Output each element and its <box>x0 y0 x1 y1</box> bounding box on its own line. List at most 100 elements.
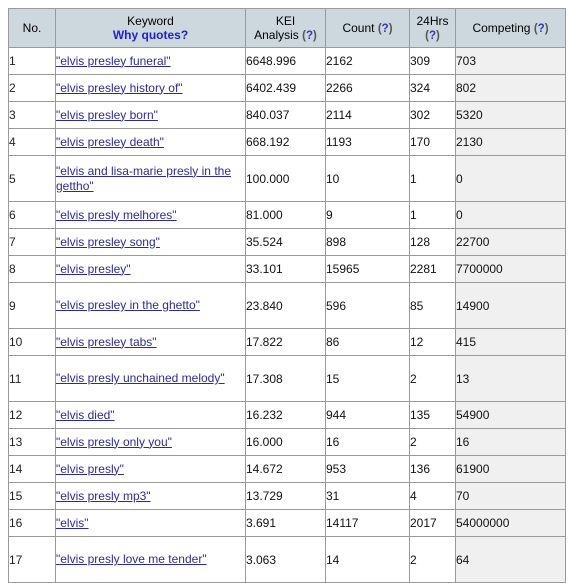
table-row: 1 "elvis presley funeral" 6648.996 2162 309 7… <box>8 47 566 75</box>
cell-no: 17 <box>8 536 56 583</box>
cell-count: 596 <box>325 282 410 329</box>
cell-kei: 16.232 <box>245 401 326 429</box>
keyword-link[interactable]: "elvis presley death" <box>56 135 164 149</box>
cell-keyword: "elvis presley" <box>55 255 246 283</box>
cell-kei: 16.000 <box>245 428 326 456</box>
cell-24hrs: 136 <box>409 455 456 483</box>
cell-24hrs: 2 <box>409 536 456 583</box>
column-header-count-wrap: Count (?) <box>326 21 409 36</box>
table-row: 8 "elvis presley" 33.101 15965 2281 7700000 <box>8 255 566 283</box>
cell-competing: 61900 <box>455 455 566 483</box>
keyword-link[interactable]: "elvis presly" <box>56 462 124 476</box>
table-row: 2 "elvis presley history of" 6402.439 2266 3… <box>8 74 566 102</box>
column-header-count-label: Count <box>342 20 375 35</box>
help-icon-kei[interactable]: (?) <box>302 30 317 42</box>
cell-no: 15 <box>8 482 56 510</box>
cell-kei: 100.000 <box>245 155 326 202</box>
cell-no: 4 <box>8 128 56 156</box>
column-header-competing-label: Competing <box>472 20 531 35</box>
table-row: 10 "elvis presley tabs" 17.822 86 12 415 <box>8 328 566 356</box>
cell-count: 2162 <box>325 47 410 75</box>
keyword-link[interactable]: "elvis presly love me tender" <box>56 552 207 566</box>
keyword-link[interactable]: "elvis presley funeral" <box>56 54 171 68</box>
keyword-link[interactable]: "elvis presley" <box>56 262 131 276</box>
cell-no: 9 <box>8 282 56 329</box>
keyword-link[interactable]: "elvis presley born" <box>56 108 158 122</box>
cell-24hrs: 2 <box>409 355 456 402</box>
table-row: 12 "elvis died" 16.232 944 135 54900 <box>8 401 566 429</box>
cell-count: 2114 <box>325 101 410 129</box>
column-header-keyword: Keyword Why quotes? <box>55 8 246 48</box>
cell-keyword: "elvis" <box>55 509 246 537</box>
cell-count: 9 <box>325 201 410 229</box>
cell-keyword: "elvis died" <box>55 401 246 429</box>
cell-kei: 3.063 <box>245 536 326 583</box>
cell-competing: 0 <box>455 201 566 229</box>
column-header-kei: KEI Analysis (?) <box>245 8 326 48</box>
cell-no: 7 <box>8 228 56 256</box>
help-icon-24hrs[interactable]: (?) <box>425 30 440 42</box>
table-row: 7 "elvis presley song" 35.524 898 128 22700 <box>8 228 566 256</box>
cell-competing: 703 <box>455 47 566 75</box>
keyword-link[interactable]: "elvis and lisa-marie presly in the gett… <box>56 164 231 193</box>
cell-competing: 7700000 <box>455 255 566 283</box>
cell-keyword: "elvis presly only you" <box>55 428 246 456</box>
cell-competing: 70 <box>455 482 566 510</box>
cell-kei: 6648.996 <box>245 47 326 75</box>
cell-24hrs: 302 <box>409 101 456 129</box>
cell-competing: 64 <box>455 536 566 583</box>
column-header-no: No. <box>8 8 56 48</box>
cell-keyword: "elvis presley song" <box>55 228 246 256</box>
keyword-link[interactable]: "elvis presley in the ghetto" <box>56 298 200 312</box>
keyword-link[interactable]: "elvis presley song" <box>56 235 160 249</box>
why-quotes-link[interactable]: Why quotes? <box>56 28 245 42</box>
cell-kei: 6402.439 <box>245 74 326 102</box>
cell-competing: 802 <box>455 74 566 102</box>
cell-24hrs: 2281 <box>409 255 456 283</box>
cell-competing: 13 <box>455 355 566 402</box>
keyword-link[interactable]: "elvis presly unchained melody" <box>56 371 225 385</box>
cell-kei: 17.308 <box>245 355 326 402</box>
cell-no: 2 <box>8 74 56 102</box>
cell-no: 11 <box>8 355 56 402</box>
column-header-kei-sublabel: Analysis (?) <box>246 28 325 43</box>
keyword-link[interactable]: "elvis presly only you" <box>56 435 172 449</box>
cell-count: 10 <box>325 155 410 202</box>
table-row: 15 "elvis presly mp3" 13.729 31 4 70 <box>8 482 566 510</box>
cell-kei: 840.037 <box>245 101 326 129</box>
cell-24hrs: 170 <box>409 128 456 156</box>
cell-competing: 16 <box>455 428 566 456</box>
cell-count: 15965 <box>325 255 410 283</box>
cell-keyword: "elvis and lisa-marie presly in the gett… <box>55 155 246 202</box>
keyword-link[interactable]: "elvis presly melhores" <box>56 208 177 222</box>
cell-competing: 415 <box>455 328 566 356</box>
cell-keyword: "elvis presley tabs" <box>55 328 246 356</box>
table-header-row: No. Keyword Why quotes? KEI Analysis (?)… <box>8 8 566 48</box>
cell-keyword: "elvis presley in the ghetto" <box>55 282 246 329</box>
cell-count: 15 <box>325 355 410 402</box>
keyword-link[interactable]: "elvis died" <box>56 408 115 422</box>
keyword-link[interactable]: "elvis presly mp3" <box>56 489 151 503</box>
cell-count: 2266 <box>325 74 410 102</box>
column-header-keyword-label: Keyword <box>127 14 174 28</box>
cell-kei: 17.822 <box>245 328 326 356</box>
cell-count: 31 <box>325 482 410 510</box>
keyword-link[interactable]: "elvis" <box>56 516 89 530</box>
keyword-link[interactable]: "elvis presley tabs" <box>56 335 157 349</box>
cell-keyword: "elvis presly mp3" <box>55 482 246 510</box>
table-body: 1 "elvis presley funeral" 6648.996 2162 309 7… <box>8 47 566 583</box>
help-icon-competing[interactable]: (?) <box>534 23 549 35</box>
table-row: 16 "elvis" 3.691 14117 2017 54000000 <box>8 509 566 537</box>
help-icon-count[interactable]: (?) <box>378 23 393 35</box>
cell-count: 14 <box>325 536 410 583</box>
cell-24hrs: 12 <box>409 328 456 356</box>
cell-kei: 3.691 <box>245 509 326 537</box>
cell-no: 3 <box>8 101 56 129</box>
keyword-link[interactable]: "elvis presley history of" <box>56 81 183 95</box>
cell-24hrs: 1 <box>409 155 456 202</box>
cell-24hrs: 128 <box>409 228 456 256</box>
cell-competing: 2130 <box>455 128 566 156</box>
keyword-results-table: No. Keyword Why quotes? KEI Analysis (?)… <box>8 8 566 583</box>
cell-kei: 35.524 <box>245 228 326 256</box>
cell-competing: 14900 <box>455 282 566 329</box>
